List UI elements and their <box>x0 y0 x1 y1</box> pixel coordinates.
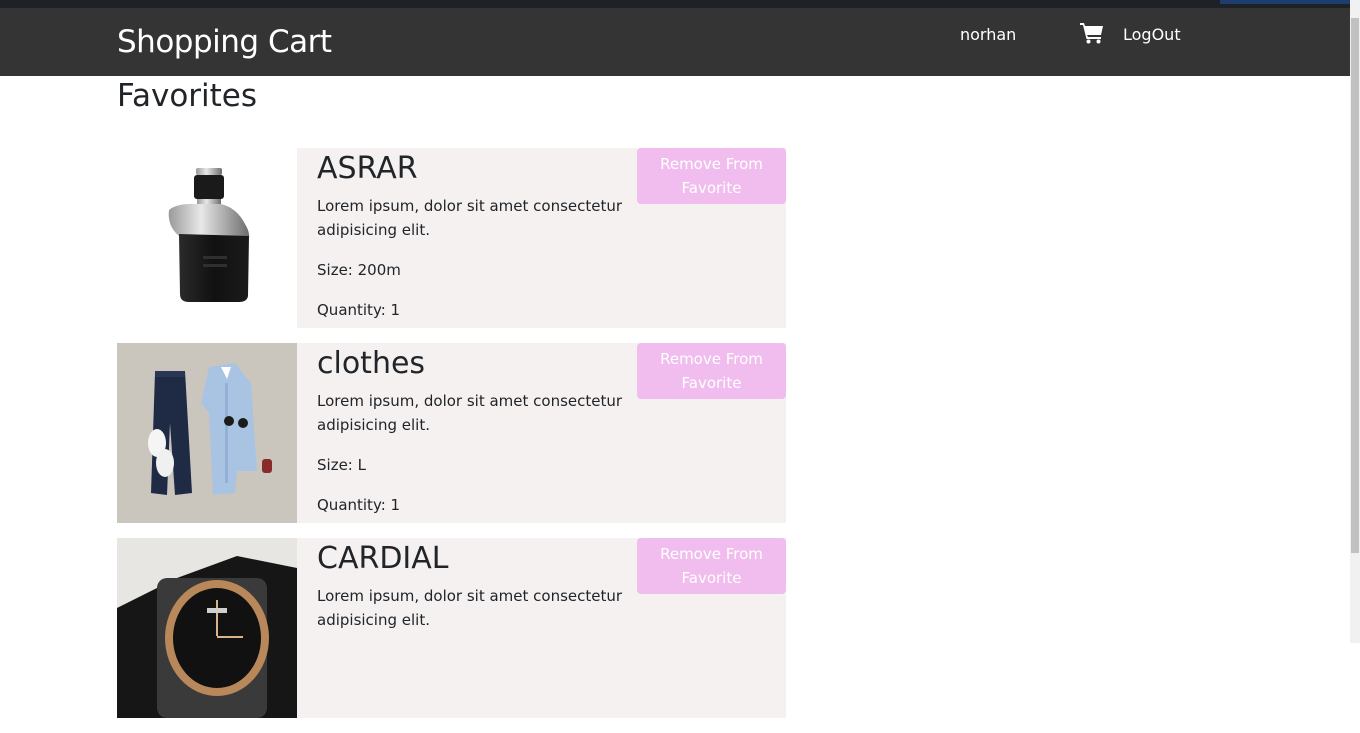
navbar: Shopping Cart norhan LogOut <box>0 8 1350 76</box>
product-quantity: Quantity: 1 <box>317 496 401 514</box>
product-quantity: Quantity: 1 <box>317 301 401 319</box>
product-size: Size: 200m <box>317 261 401 279</box>
remove-from-favorite-button[interactable]: Remove From Favorite <box>637 343 786 399</box>
favorite-item: ASRAR Lorem ipsum, dolor sit amet consec… <box>117 148 786 328</box>
remove-from-favorite-button[interactable]: Remove From Favorite <box>637 538 786 594</box>
page-scrollbar[interactable] <box>1350 0 1360 643</box>
remove-button-label: Remove From Favorite <box>660 155 763 197</box>
favorite-details: clothes Lorem ipsum, dolor sit amet cons… <box>317 343 627 517</box>
favorite-item: CARDIAL Lorem ipsum, dolor sit amet cons… <box>117 538 786 718</box>
product-image-clothes <box>117 343 297 523</box>
remove-button-label: Remove From Favorite <box>660 350 763 392</box>
remove-from-favorite-button[interactable]: Remove From Favorite <box>637 148 786 204</box>
favorite-details: ASRAR Lorem ipsum, dolor sit amet consec… <box>317 148 627 322</box>
product-size: Size: L <box>317 456 366 474</box>
product-name: ASRAR <box>317 151 418 186</box>
favorite-item: clothes Lorem ipsum, dolor sit amet cons… <box>117 343 786 523</box>
favorite-details: CARDIAL Lorem ipsum, dolor sit amet cons… <box>317 538 627 632</box>
brand-link[interactable]: Shopping Cart <box>117 24 332 60</box>
logout-link[interactable]: LogOut <box>1123 25 1181 44</box>
product-image-watch <box>117 538 297 718</box>
page-title: Favorites <box>117 78 258 114</box>
product-name: CARDIAL <box>317 541 449 576</box>
product-description: Lorem ipsum, dolor sit amet consectetur … <box>317 197 623 239</box>
browser-top-strip <box>0 0 1350 8</box>
product-description: Lorem ipsum, dolor sit amet consectetur … <box>317 392 623 434</box>
shopping-cart-icon[interactable] <box>1080 22 1104 44</box>
product-description: Lorem ipsum, dolor sit amet consectetur … <box>317 587 623 629</box>
user-name: norhan <box>960 25 1017 44</box>
product-image-perfume <box>117 148 297 328</box>
scrollbar-thumb[interactable] <box>1351 18 1359 553</box>
remove-button-label: Remove From Favorite <box>660 545 763 587</box>
product-name: clothes <box>317 346 426 381</box>
favorites-list: ASRAR Lorem ipsum, dolor sit amet consec… <box>117 148 786 733</box>
browser-accent-bar <box>1220 0 1350 4</box>
